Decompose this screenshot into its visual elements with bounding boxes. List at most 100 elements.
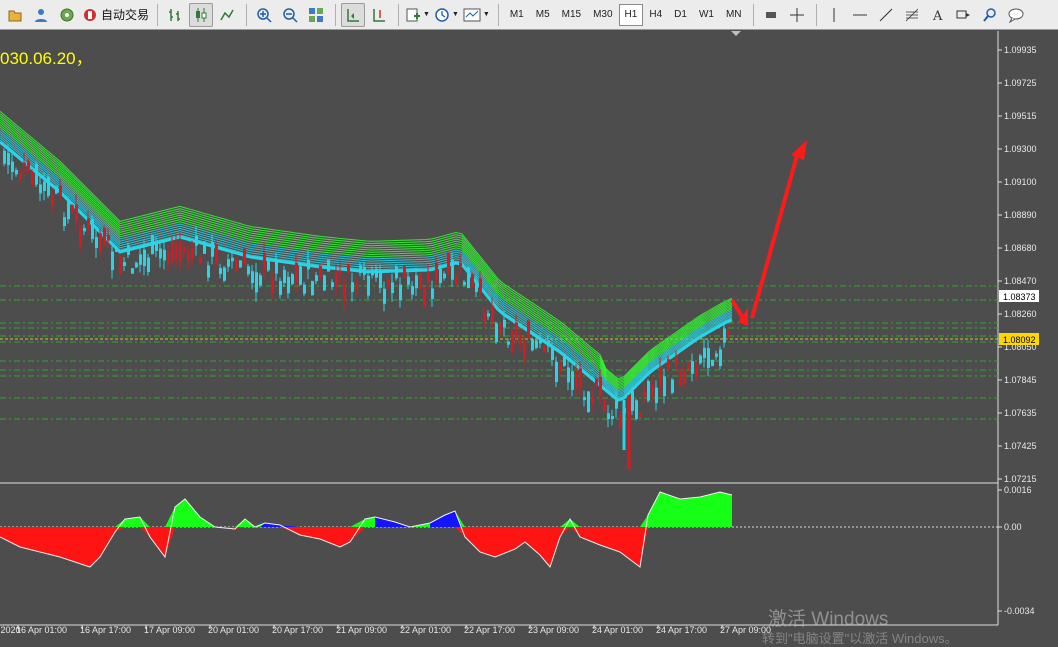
trendline-button[interactable] xyxy=(874,3,898,27)
candle-body xyxy=(99,233,102,253)
candle-body xyxy=(151,235,154,254)
templates-button[interactable]: ▼ xyxy=(462,3,491,27)
candle-body xyxy=(419,273,422,290)
candle-body xyxy=(271,278,274,293)
horizontal-line-button[interactable] xyxy=(848,3,872,27)
indicators-icon xyxy=(406,8,421,21)
candle-body xyxy=(363,267,366,275)
timeframe-m5-button[interactable]: M5 xyxy=(530,4,556,26)
candle-body xyxy=(83,227,86,232)
chart-overlay-text: 030.06.20， xyxy=(0,49,93,68)
vertical-line-button[interactable] xyxy=(822,3,846,27)
text-tool-button[interactable]: A xyxy=(926,3,950,27)
price-tag-current: 1.08373 xyxy=(1003,292,1036,302)
candlestick-button[interactable] xyxy=(189,2,214,27)
price-chart[interactable]: 1.09935 1.09725 1.09515 1.09300 1.09100 1.088… xyxy=(0,31,1058,639)
candle-body xyxy=(495,323,498,343)
candle-body xyxy=(383,288,386,304)
timeframe-h4-button[interactable]: H4 xyxy=(643,4,668,26)
chart-shift-button[interactable] xyxy=(367,3,391,27)
timeframe-m15-button[interactable]: M15 xyxy=(556,4,587,26)
price-axis-label: 1.09300 xyxy=(1004,144,1037,154)
candle-body xyxy=(343,284,346,302)
timeframe-d1-button[interactable]: D1 xyxy=(668,4,693,26)
candle-body xyxy=(707,348,710,368)
candle-body xyxy=(239,260,242,268)
candle-body xyxy=(539,337,542,344)
candle-body xyxy=(367,275,370,296)
candle-body xyxy=(415,275,418,289)
chevron-down-icon: ▼ xyxy=(423,11,430,18)
zoom-in-button[interactable] xyxy=(252,3,276,27)
candle-body xyxy=(391,282,394,294)
zoom-out-icon xyxy=(283,7,298,23)
candle-body xyxy=(635,400,638,420)
timeframe-h1-button[interactable]: H1 xyxy=(618,3,644,26)
toolbar-separator xyxy=(157,3,159,26)
candle-body xyxy=(39,184,42,194)
candle-body xyxy=(183,246,186,252)
candlestick-icon xyxy=(196,7,207,22)
candle-body xyxy=(135,262,138,268)
market-watch-icon[interactable] xyxy=(55,3,79,27)
candle-body xyxy=(47,176,50,196)
candle-body xyxy=(23,162,26,167)
candle-body xyxy=(375,268,378,278)
autotrade-button[interactable]: 自动交易 xyxy=(81,3,150,27)
candle-body xyxy=(651,384,654,395)
candle-body xyxy=(519,335,522,344)
candle-body xyxy=(427,272,430,283)
candle-body xyxy=(647,381,650,401)
price-axis-label: 1.08890 xyxy=(1004,210,1037,220)
tile-windows-button[interactable] xyxy=(304,3,328,27)
price-axis-label: 1.07635 xyxy=(1004,408,1037,418)
zoom-out-button[interactable] xyxy=(278,3,302,27)
text-tool-icon: A xyxy=(932,9,943,23)
candle-body xyxy=(559,365,562,372)
line-chart-button[interactable] xyxy=(215,3,239,27)
windows-activation-hint: 转到"电脑设置"以激活 Windows。 xyxy=(762,631,958,646)
crosshair-button[interactable] xyxy=(785,3,809,27)
candle-body xyxy=(319,265,322,279)
candle-body xyxy=(643,392,646,398)
candle-body xyxy=(563,354,566,366)
candle-body xyxy=(87,218,90,229)
candle-body xyxy=(723,328,726,343)
profiles-icon[interactable] xyxy=(29,3,53,27)
candle-body xyxy=(711,359,714,367)
candle-body xyxy=(435,263,438,281)
timeframe-m1-button[interactable]: M1 xyxy=(504,4,530,26)
candle-body xyxy=(275,260,278,274)
candle-body xyxy=(171,240,174,262)
fibonacci-icon xyxy=(905,8,918,21)
timeframe-mn-button[interactable]: MN xyxy=(720,4,748,26)
candle-body xyxy=(439,268,442,284)
candle-body xyxy=(399,284,402,301)
bar-chart-button[interactable] xyxy=(163,3,187,27)
candle-body xyxy=(59,185,62,196)
toolbar-separator xyxy=(335,3,337,26)
candle-body xyxy=(371,269,374,276)
timeframe-m30-button[interactable]: M30 xyxy=(587,4,618,26)
candle-body xyxy=(63,217,66,227)
fibonacci-button[interactable] xyxy=(900,3,924,27)
label-tool-button[interactable] xyxy=(952,3,976,27)
toolbar-separator xyxy=(497,3,499,26)
tile-windows-icon xyxy=(309,7,324,22)
toolbar-separator xyxy=(398,3,400,26)
indicators-button[interactable]: ▼ xyxy=(404,3,431,27)
candle-body xyxy=(279,281,282,295)
price-axis-label: 1.09935 xyxy=(1004,45,1037,55)
open-data-folder-icon[interactable] xyxy=(3,3,27,27)
candle-body xyxy=(359,265,362,274)
candle-body xyxy=(503,319,506,328)
cursor-button[interactable] xyxy=(759,3,783,27)
auto-scroll-button[interactable] xyxy=(341,2,366,27)
candle-body xyxy=(675,357,678,366)
search-button[interactable] xyxy=(978,3,1002,27)
timeframe-w1-button[interactable]: W1 xyxy=(693,4,720,26)
periods-button[interactable]: ▼ xyxy=(433,3,460,27)
candle-body xyxy=(587,391,590,413)
candle-body xyxy=(483,312,486,322)
chat-button[interactable] xyxy=(1004,3,1028,27)
